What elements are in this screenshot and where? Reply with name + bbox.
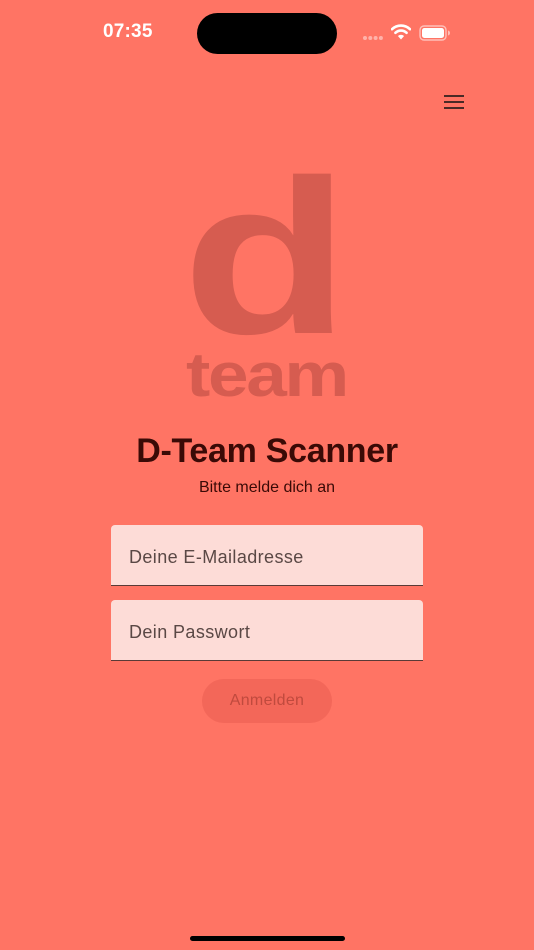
signal-icon <box>363 36 383 40</box>
wifi-icon <box>391 24 411 40</box>
login-button[interactable]: Anmelden <box>202 679 332 723</box>
menu-icon <box>444 95 464 109</box>
dynamic-island <box>197 13 337 54</box>
battery-icon <box>419 25 450 41</box>
home-indicator <box>190 936 345 941</box>
app-title: D-Team Scanner <box>136 432 398 470</box>
menu-button[interactable] <box>438 87 470 117</box>
email-field[interactable] <box>111 525 423 586</box>
status-bar: 07:35 <box>0 0 534 66</box>
svg-text:team: team <box>186 341 347 399</box>
password-input[interactable] <box>111 600 423 660</box>
d-team-logo: d team <box>186 137 348 399</box>
password-field[interactable] <box>111 600 423 661</box>
status-time: 07:35 <box>103 21 153 42</box>
login-subtitle: Bitte melde dich an <box>198 479 336 496</box>
email-input[interactable] <box>111 525 423 585</box>
